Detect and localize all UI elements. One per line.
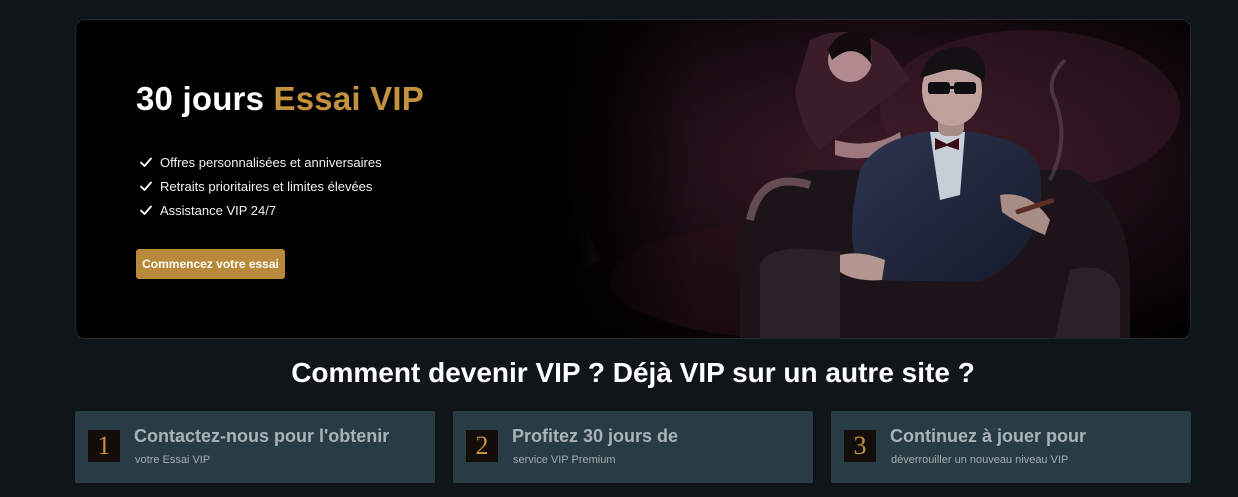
trial-title-lead: 30 jours bbox=[136, 80, 265, 117]
benefit-list: Offres personnalisées et anniversaires R… bbox=[138, 150, 382, 222]
check-icon bbox=[140, 205, 152, 215]
trial-title-accent: Essai VIP bbox=[273, 80, 424, 117]
step-title: Profitez 30 jours de bbox=[512, 426, 679, 446]
step-subtitle: service VIP Premium bbox=[513, 454, 616, 466]
benefit-text: Offres personnalisées et anniversaires bbox=[160, 154, 382, 170]
benefit-item: Assistance VIP 24/7 bbox=[138, 198, 382, 222]
benefit-text: Assistance VIP 24/7 bbox=[160, 202, 277, 218]
check-icon bbox=[140, 157, 152, 167]
step-number-badge: 2 bbox=[466, 430, 498, 462]
step-subtitle: votre Essai VIP bbox=[135, 454, 211, 466]
step-title: Continuez à jouer pour bbox=[890, 426, 1086, 446]
start-trial-button[interactable]: Commencez votre essai bbox=[136, 249, 285, 279]
trial-title: 30 jours Essai VIP bbox=[136, 80, 424, 118]
check-icon bbox=[140, 181, 152, 191]
benefit-item: Retraits prioritaires et limites élevées bbox=[138, 174, 382, 198]
step-subtitle: déverrouiller un nouveau niveau VIP bbox=[891, 454, 1069, 466]
benefit-item: Offres personnalisées et anniversaires bbox=[138, 150, 382, 174]
how-to-heading: Comment devenir VIP ? Déjà VIP sur un au… bbox=[291, 357, 975, 388]
vip-trial-banner: 30 jours Essai VIP Offres personnalisées… bbox=[75, 19, 1191, 339]
benefit-text: Retraits prioritaires et limites élevées bbox=[160, 178, 373, 194]
step-card-2: 2 Profitez 30 jours de service VIP Premi… bbox=[453, 411, 813, 483]
step-title: Contactez-nous pour l'obtenir bbox=[134, 426, 390, 446]
step-card-1: 1 Contactez-nous pour l'obtenir votre Es… bbox=[75, 411, 435, 483]
step-card-3: 3 Continuez à jouer pour déverrouiller u… bbox=[831, 411, 1191, 483]
step-number-badge: 1 bbox=[88, 430, 120, 462]
step-number-badge: 3 bbox=[844, 430, 876, 462]
